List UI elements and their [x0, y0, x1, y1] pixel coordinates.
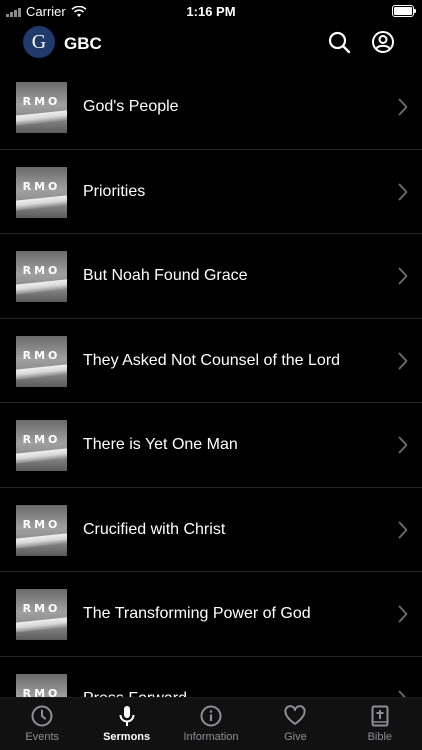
sermon-row[interactable]: RMO There is Yet One Man: [0, 403, 422, 488]
page-title: GBC: [64, 34, 102, 53]
sermon-row[interactable]: RMO Press Forward: [0, 657, 422, 700]
chevron-right-icon: [398, 436, 408, 454]
sermon-title: There is Yet One Man: [83, 436, 238, 453]
sermon-row[interactable]: RMO God's People: [0, 65, 422, 150]
tab-sermons[interactable]: Sermons: [84, 698, 168, 750]
tab-label: Information: [183, 731, 239, 743]
chevron-right-icon: [398, 98, 408, 116]
sermon-thumbnail: RMO: [16, 251, 67, 302]
app-header: G GBC: [0, 26, 422, 62]
sermon-list: RMO God's People RMO Priorities RMO But Noah …: [0, 65, 422, 700]
microphone-icon: [119, 706, 135, 726]
battery-icon: [392, 5, 416, 17]
chevron-right-icon: [398, 183, 408, 200]
thumbnail-mark: RMO: [22, 95, 61, 108]
sermon-title: God's People: [83, 98, 179, 115]
thumbnail-mark: RMO: [22, 264, 61, 277]
chevron-right-icon: [398, 352, 408, 369]
chevron-right-icon: [398, 521, 408, 538]
sermon-row[interactable]: RMO Priorities: [0, 150, 422, 234]
sermon-row[interactable]: RMO But Noah Found Grace: [0, 234, 422, 319]
tab-label: Give: [284, 731, 307, 743]
sermon-thumbnail: RMO: [16, 82, 67, 133]
thumbnail-mark: RMO: [22, 517, 61, 531]
status-bar: Carrier 1:16 PM: [0, 0, 422, 22]
info-icon: [200, 705, 222, 727]
heart-icon: [284, 705, 306, 725]
sermon-title: But Noah Found Grace: [83, 267, 248, 284]
chevron-right-icon: [398, 605, 408, 623]
sermon-title: Priorities: [83, 182, 146, 200]
sermon-row[interactable]: RMO The Transforming Power of God: [0, 572, 422, 657]
tab-give[interactable]: Give: [253, 698, 337, 750]
account-icon[interactable]: [371, 30, 395, 54]
tab-label: Sermons: [103, 731, 151, 743]
thumbnail-mark: RMO: [22, 602, 61, 615]
sermon-thumbnail: RMO: [16, 335, 67, 387]
tab-events[interactable]: Events: [0, 698, 84, 750]
sermon-thumbnail: RMO: [16, 420, 67, 471]
thumbnail-mark: RMO: [22, 348, 61, 362]
thumbnail-mark: RMO: [22, 179, 61, 193]
sermon-thumbnail: RMO: [16, 166, 67, 218]
search-icon[interactable]: [327, 30, 351, 54]
tab-bar: Events Sermons Information Give Bible: [0, 697, 422, 750]
sermon-row[interactable]: RMO They Asked Not Counsel of the Lord: [0, 319, 422, 403]
tab-label: Events: [25, 731, 60, 743]
clock-icon: [31, 705, 53, 727]
chevron-right-icon: [398, 267, 408, 285]
sermon-title: The Transforming Power of God: [83, 605, 311, 622]
bible-icon: [371, 705, 389, 727]
sermon-thumbnail: RMO: [16, 589, 67, 640]
sermon-row[interactable]: RMO Crucified with Christ: [0, 488, 422, 572]
sermon-title: Crucified with Christ: [83, 520, 226, 538]
thumbnail-mark: RMO: [22, 433, 61, 446]
status-time: 1:16 PM: [186, 4, 236, 19]
church-avatar[interactable]: G: [23, 26, 55, 58]
tab-information[interactable]: Information: [169, 698, 253, 750]
tab-label: Bible: [367, 731, 393, 743]
sermon-title: They Asked Not Counsel of the Lord: [83, 351, 341, 369]
tab-bible[interactable]: Bible: [338, 698, 422, 750]
sermon-thumbnail: RMO: [16, 504, 67, 556]
